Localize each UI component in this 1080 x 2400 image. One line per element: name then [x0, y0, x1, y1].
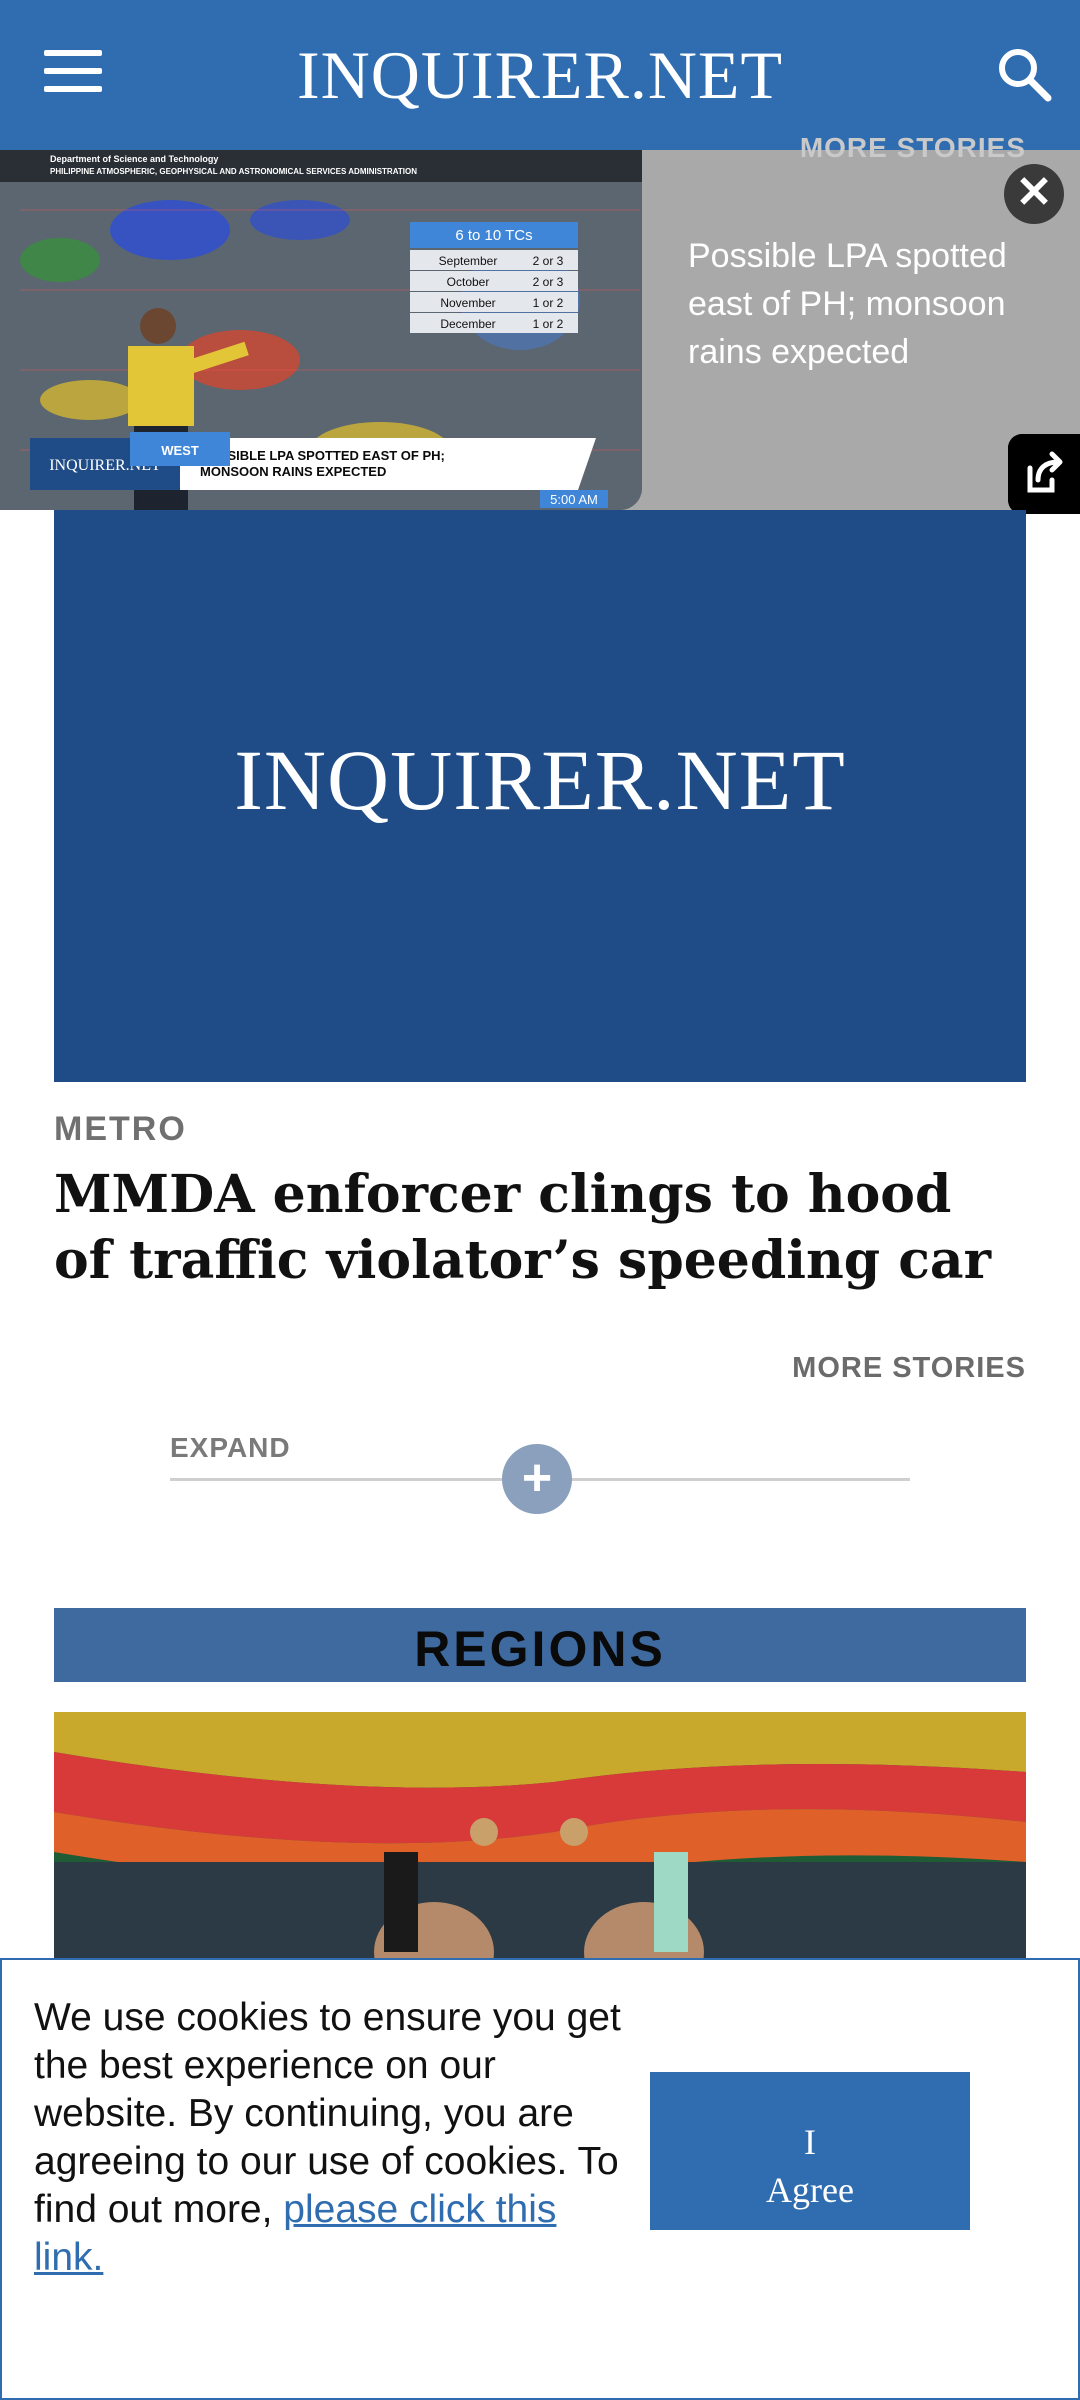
search-icon[interactable]: [994, 44, 1054, 104]
cookie-consent-banner: We use cookies to ensure you get the bes…: [0, 1958, 1080, 2400]
regions-section-header: REGIONS: [54, 1608, 1026, 1682]
floating-video-widget[interactable]: MORE STORIES Department of Science and T…: [0, 132, 1080, 514]
agree-button[interactable]: I Agree: [650, 2072, 970, 2230]
regions-title: REGIONS: [414, 1621, 666, 1677]
agency-line-2: PHILIPPINE ATMOSPHERIC, GEOPHYSICAL AND …: [50, 167, 417, 176]
agree-button-line1: I: [804, 2122, 816, 2162]
article-headline[interactable]: MMDA enforcer clings to hood of traffic …: [54, 1162, 1026, 1294]
video-thumbnail[interactable]: Department of Science and Technology PHI…: [0, 150, 642, 510]
top-header: INQUIRER.NET: [0, 0, 1080, 150]
video-caption[interactable]: Possible LPA spotted east of PH; monsoon…: [688, 232, 1048, 376]
more-stories-faded-label: MORE STORIES: [799, 132, 1026, 163]
hero-logo-text: INQUIRER.NET: [234, 732, 846, 828]
tc-row-month: September: [439, 254, 498, 268]
plus-icon[interactable]: +: [502, 1444, 572, 1514]
external-link-icon[interactable]: [1008, 434, 1080, 514]
more-stories-link[interactable]: MORE STORIES: [792, 1352, 1026, 1385]
regions-story-image[interactable]: [54, 1712, 1026, 1966]
lower-third-headline-2: MONSOON RAINS EXPECTED: [200, 464, 386, 479]
agency-line-1: Department of Science and Technology: [50, 154, 218, 164]
video-time: 5:00 AM: [550, 492, 598, 507]
tc-row-value: 1 or 2: [533, 317, 564, 331]
map-side-label: WEST: [161, 443, 199, 458]
expand-control[interactable]: EXPAND +: [170, 1430, 910, 1514]
tc-row-month: October: [447, 275, 490, 289]
tc-row-month: December: [440, 317, 495, 331]
agree-button-line2: Agree: [766, 2170, 854, 2210]
tc-row-value: 2 or 3: [533, 254, 564, 268]
expand-label: EXPAND: [170, 1432, 291, 1463]
tc-table-title: 6 to 10 TCs: [455, 227, 532, 244]
ceremony-photo: [54, 1712, 1026, 1966]
weather-map-graphic: Department of Science and Technology PHI…: [0, 150, 642, 510]
close-icon[interactable]: ✕: [1004, 164, 1064, 224]
article-category[interactable]: METRO: [54, 1110, 187, 1149]
cookie-message: We use cookies to ensure you get the bes…: [34, 1994, 634, 2282]
tc-row-value: 1 or 2: [533, 296, 564, 310]
tc-row-value: 2 or 3: [533, 275, 564, 289]
tc-row-month: November: [440, 296, 495, 310]
article-hero-image[interactable]: INQUIRER.NET: [54, 510, 1026, 1082]
lower-third-headline-1: POSSIBLE LPA SPOTTED EAST OF PH;: [200, 448, 445, 463]
site-logo[interactable]: INQUIRER.NET: [0, 36, 1080, 115]
